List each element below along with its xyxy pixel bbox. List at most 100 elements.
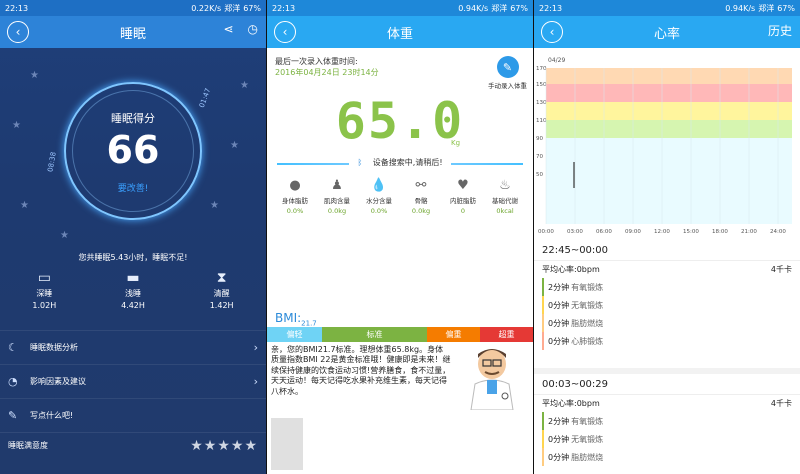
bluetooth-icon: ᛒ (353, 158, 367, 167)
chevron-left-icon: ‹ (549, 25, 555, 39)
bone-icon: ⚯ (415, 178, 427, 193)
page-title: 睡眠 (119, 26, 146, 42)
page-title: 体重 (386, 26, 413, 42)
rating-stars[interactable]: ★★★★★ (190, 438, 258, 454)
y-tick-label: 50 (536, 172, 543, 178)
stage-label: 浅睡 (124, 289, 141, 298)
back-button[interactable]: ‹ (274, 21, 296, 43)
x-tick-label: 06:00 (596, 229, 612, 235)
x-tick-label: 03:00 (567, 229, 583, 235)
zone-band (546, 84, 792, 102)
row-duration: 0分钟 (548, 300, 570, 310)
x-tick-label: 15:00 (683, 229, 699, 235)
status-speed: 0.22K/s (191, 3, 222, 13)
bmi-level-obese: 超重 (480, 327, 533, 342)
back-button[interactable]: ‹ (541, 21, 563, 43)
status-carrier: 郑洋 (758, 3, 775, 13)
star-rating-icon[interactable]: ★ (217, 438, 231, 454)
star-icon: ★ (210, 200, 219, 211)
history-button[interactable]: 历史 (768, 22, 792, 39)
session-row: 0分钟 无氧锻炼 (542, 430, 800, 448)
bmi-level-underweight: 偏轻 (267, 327, 322, 342)
star-rating-icon[interactable]: ★ (244, 438, 258, 454)
bmi-scale: 偏轻 标准 偏重 超重 (267, 327, 533, 342)
moon-icon: ☾ (8, 341, 18, 354)
x-tick-label: 24:00 (770, 229, 786, 235)
weight-unit: Kg (451, 139, 461, 147)
stage-value: 1.02H (32, 301, 57, 310)
chevron-left-icon: ‹ (15, 25, 21, 39)
menu-item-factors[interactable]: ◔ 影响因素及建议 › (0, 364, 266, 398)
metric-label: 内脏脂肪 (450, 197, 476, 205)
menu-item-write[interactable]: ✎ 写点什么吧! (0, 398, 266, 432)
metric-value: 0.0kg (327, 207, 347, 215)
bmi-label: BMI:21.7 (275, 311, 317, 327)
metric-bone: ⚯ 骨骼 0.0kg (401, 178, 441, 215)
star-rating-icon[interactable]: ★ (231, 438, 245, 454)
status-bar: 22:13 0.94K/s 郑洋 67% (534, 0, 800, 16)
row-duration: 2分钟 (548, 282, 570, 292)
manual-entry-button[interactable]: ✎ 手动录入体重 (488, 56, 527, 90)
satisfaction-row: 睡眠满意度 ★★★★★ (0, 432, 266, 458)
sleep-screen: 22:13 0.22K/s 郑洋 67% ‹ 睡眠 ⋖ ◷ ★ ★ ★ ★ ★ ★ … (0, 0, 266, 474)
weight-app-bar: ‹ 体重 (267, 16, 533, 48)
metric-label: 肌肉含量 (324, 197, 350, 205)
stage-value: 4.42H (121, 301, 145, 310)
metric-muscle: ♟ 肌肉含量 0.0kg (317, 178, 357, 215)
row-label: 有氧锻炼 (571, 416, 604, 426)
star-icon: ★ (30, 70, 39, 81)
star-rating-icon[interactable]: ★ (190, 438, 204, 454)
menu-item-label: 睡眠数据分析 (30, 343, 78, 352)
bmi-title: BMI: (275, 311, 302, 325)
stage-value: 1.42H (209, 301, 234, 310)
flame-icon: ♨ (499, 178, 511, 193)
share-icon[interactable]: ⋖ (223, 22, 233, 36)
y-tick-label: 150 (536, 82, 547, 88)
star-icon: ★ (240, 80, 249, 91)
menu-item-sleep-analysis[interactable]: ☾ 睡眠数据分析 › (0, 330, 266, 364)
row-duration: 0分钟 (548, 452, 570, 462)
status-battery: 67% (777, 3, 795, 13)
metric-label: 基础代谢 (492, 197, 518, 205)
sleep-score: 66 (106, 128, 160, 172)
image-placeholder (271, 418, 303, 470)
edit-icon: ✎ (496, 56, 519, 78)
metric-value: 0.0kg (411, 207, 431, 215)
metric-value: 0 (460, 207, 466, 215)
hr-session: 00:03~00:29 平均心率:0bpm 4千卡 2分钟 有氧锻炼 0分钟 无氧锻炼… (534, 368, 800, 466)
sleep-app-bar: ‹ 睡眠 ⋖ ◷ (0, 16, 266, 48)
last-entry-label: 最后一次录入体重时间: (275, 57, 358, 66)
y-tick-label: 90 (536, 136, 543, 142)
zone-band (546, 120, 792, 138)
stage-deep: ▭ 深睡 1.02H (32, 270, 56, 310)
status-bar: 22:13 0.22K/s 郑洋 67% (0, 0, 266, 16)
water-drop-icon: 💧 (370, 178, 388, 193)
last-entry-date: 2016年04月24日 23时14分 (275, 68, 379, 77)
metric-label: 身体脂肪 (282, 197, 308, 205)
session-kcal: 4千卡 (770, 399, 792, 408)
zone-band (546, 138, 792, 224)
searching-text: 设备搜索中,请稍后! (368, 158, 447, 167)
star-rating-icon[interactable]: ★ (204, 438, 218, 454)
row-duration: 2分钟 (548, 416, 570, 426)
sleep-end-time: 01:47 (197, 87, 213, 109)
session-row: 0分钟 无氧锻炼 (542, 296, 800, 314)
stage-label: 深睡 (36, 289, 53, 298)
metric-label: 骨骼 (414, 197, 428, 205)
stage-label: 清醒 (213, 289, 230, 298)
metric-visceral-fat: ♥ 内脏脂肪 0 (443, 178, 483, 215)
sleep-stages: ▭ 深睡 1.02H ▬ 浅睡 4.42H ⧗ 清醒 1.42H (0, 270, 266, 310)
chevron-right-icon: › (253, 375, 258, 388)
row-duration: 0分钟 (548, 434, 570, 444)
session-row: 0分钟 脂肪燃烧 (542, 448, 800, 466)
y-tick-label: 70 (536, 154, 543, 160)
clock-icon: ⧗ (216, 270, 227, 286)
status-time: 22:13 (272, 3, 296, 13)
clock-history-icon[interactable]: ◷ (248, 22, 258, 36)
session-row: 0分钟 脂肪燃烧 (542, 314, 800, 332)
metric-value: 0.0% (370, 207, 388, 215)
back-button[interactable]: ‹ (7, 21, 29, 43)
chart-date: 04/29 (548, 57, 565, 64)
stage-light: ▬ 浅睡 4.42H (121, 270, 145, 310)
row-label: 无氧锻炼 (571, 434, 604, 444)
